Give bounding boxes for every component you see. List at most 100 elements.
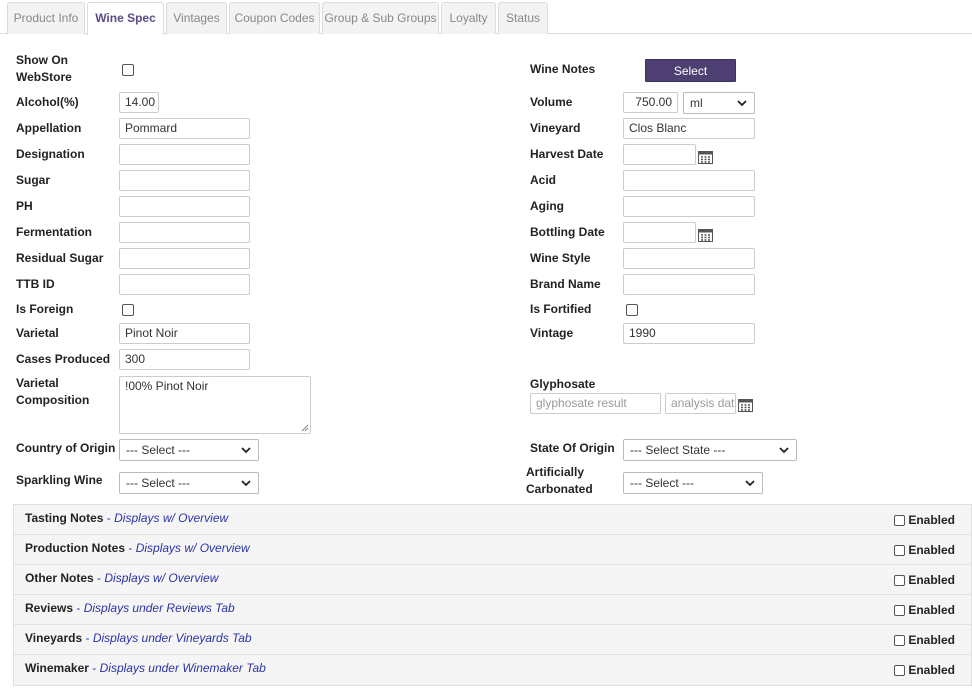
note-row-winemaker[interactable]: Winemaker - Displays under Winemaker Tab…	[14, 655, 971, 685]
note-title-text: Production Notes	[25, 541, 126, 555]
sparkling-wine-select[interactable]: --- Select ---	[119, 472, 259, 494]
acid-input[interactable]	[623, 170, 755, 191]
enabled-checkbox[interactable]	[894, 605, 906, 616]
note-row-vineyards[interactable]: Vineyards - Displays under Vineyards Tab…	[14, 625, 971, 655]
note-dash: -	[97, 571, 102, 585]
tab-coupon-codes[interactable]: Coupon Codes	[229, 2, 320, 34]
state-of-origin-select[interactable]: --- Select State ---	[623, 439, 797, 461]
country-of-origin-select[interactable]: --- Select ---	[119, 439, 259, 461]
enabled-checkbox[interactable]	[894, 665, 906, 676]
note-title[interactable]: Winemaker - Displays under Winemaker Tab	[25, 661, 266, 675]
vineyard-input[interactable]: Clos Blanc	[623, 118, 755, 139]
tab-group-sub-groups[interactable]: Group & Sub Groups	[322, 2, 439, 34]
volume-label: Volume	[530, 95, 573, 109]
note-dash: -	[76, 601, 81, 615]
chevron-down-icon	[241, 447, 251, 454]
enabled-checkbox[interactable]	[894, 635, 906, 646]
chevron-down-icon	[737, 100, 747, 107]
acid-label: Acid	[530, 173, 557, 187]
note-title[interactable]: Reviews - Displays under Reviews Tab	[25, 601, 235, 615]
enabled-checkbox[interactable]	[894, 575, 906, 586]
tab-loyalty[interactable]: Loyalty	[441, 2, 496, 34]
sugar-label: Sugar	[16, 173, 51, 187]
wine-notes-select-button[interactable]: Select	[645, 59, 736, 82]
ph-label: PH	[16, 199, 33, 213]
note-dash: -	[92, 661, 97, 675]
resize-grip-icon[interactable]	[301, 424, 309, 432]
is-foreign-checkbox[interactable]	[122, 304, 134, 316]
tab-bar: Product Info Wine Spec Vintages Coupon C…	[0, 0, 972, 35]
note-row-other[interactable]: Other Notes - Displays w/ Overview Enabl…	[14, 565, 971, 595]
artificially-carbonated-select[interactable]: --- Select ---	[623, 472, 763, 494]
is-fortified-label: Is Fortified	[530, 302, 592, 316]
enabled-checkbox[interactable]	[894, 545, 906, 556]
bottling-date-input[interactable]	[623, 222, 696, 243]
tab-status[interactable]: Status	[498, 2, 548, 34]
note-dash: -	[85, 631, 90, 645]
wine-style-input[interactable]	[623, 248, 755, 269]
note-enabled[interactable]: Enabled	[894, 573, 955, 587]
note-enabled[interactable]: Enabled	[894, 633, 955, 647]
note-title-text: Vineyards	[25, 631, 83, 645]
cases-produced-input[interactable]: 300	[119, 349, 250, 370]
artificially-carbonated-label: Artificially Carbonated	[526, 465, 593, 496]
volume-input[interactable]: 750.00	[623, 92, 678, 113]
appellation-input[interactable]: Pommard	[119, 118, 250, 139]
note-enabled[interactable]: Enabled	[894, 603, 955, 617]
varietal-composition-textarea[interactable]: !00% Pinot Noir	[119, 376, 311, 434]
alcohol-input[interactable]: 14.00	[119, 92, 159, 113]
is-foreign-label: Is Foreign	[16, 302, 74, 316]
ttb-id-label: TTB ID	[16, 277, 55, 291]
appellation-label: Appellation	[16, 121, 82, 135]
calendar-icon[interactable]	[698, 228, 713, 242]
note-title[interactable]: Production Notes - Displays w/ Overview	[25, 541, 250, 555]
vintage-input[interactable]: 1990	[623, 323, 755, 344]
state-of-origin-value: --- Select State ---	[630, 443, 726, 457]
varietal-composition-text: !00% Pinot Noir	[125, 379, 209, 393]
enabled-checkbox[interactable]	[894, 515, 906, 526]
note-subtitle: Displays under Winemaker Tab	[99, 661, 266, 675]
show-on-webstore-checkbox[interactable]	[122, 64, 134, 76]
aging-input[interactable]	[623, 196, 755, 217]
note-enabled[interactable]: Enabled	[894, 543, 955, 557]
note-enabled[interactable]: Enabled	[894, 513, 955, 527]
brand-name-input[interactable]	[623, 274, 755, 295]
glyphosate-date-input[interactable]: analysis date	[665, 393, 736, 414]
residual-sugar-input[interactable]	[119, 248, 250, 269]
note-row-tasting[interactable]: Tasting Notes - Displays w/ Overview Ena…	[14, 505, 971, 535]
artificially-carbonated-value: --- Select ---	[630, 476, 694, 490]
volume-unit-value: ml	[690, 96, 703, 110]
chevron-down-icon	[241, 480, 251, 487]
varietal-input[interactable]: Pinot Noir	[119, 323, 250, 344]
tab-product-info[interactable]: Product Info	[7, 2, 85, 34]
country-of-origin-label: Country of Origin	[16, 441, 116, 455]
calendar-icon[interactable]	[738, 398, 753, 412]
note-enabled[interactable]: Enabled	[894, 663, 955, 677]
wine-style-label: Wine Style	[530, 251, 591, 265]
ph-input[interactable]	[119, 196, 250, 217]
tab-wine-spec[interactable]: Wine Spec	[87, 2, 164, 35]
enabled-label: Enabled	[908, 633, 955, 647]
note-title[interactable]: Vineyards - Displays under Vineyards Tab	[25, 631, 252, 645]
sugar-input[interactable]	[119, 170, 250, 191]
note-row-reviews[interactable]: Reviews - Displays under Reviews Tab Ena…	[14, 595, 971, 625]
country-of-origin-value: --- Select ---	[126, 443, 190, 457]
note-title[interactable]: Tasting Notes - Displays w/ Overview	[25, 511, 228, 525]
glyphosate-result-input[interactable]: glyphosate result	[530, 393, 661, 414]
state-of-origin-label: State Of Origin	[530, 441, 615, 455]
designation-input[interactable]	[119, 144, 250, 165]
fermentation-input[interactable]	[119, 222, 250, 243]
harvest-date-input[interactable]	[623, 144, 696, 165]
calendar-icon[interactable]	[698, 150, 713, 164]
is-fortified-checkbox[interactable]	[626, 304, 638, 316]
enabled-label: Enabled	[908, 603, 955, 617]
note-title[interactable]: Other Notes - Displays w/ Overview	[25, 571, 218, 585]
bottling-date-label: Bottling Date	[530, 225, 605, 239]
glyphosate-label: Glyphosate	[530, 377, 596, 391]
volume-unit-select[interactable]: ml	[683, 92, 755, 114]
ttb-id-input[interactable]	[119, 274, 250, 295]
brand-name-label: Brand Name	[530, 277, 601, 291]
tab-vintages[interactable]: Vintages	[166, 2, 227, 34]
notes-panel: Tasting Notes - Displays w/ Overview Ena…	[13, 504, 972, 686]
note-row-production[interactable]: Production Notes - Displays w/ Overview …	[14, 535, 971, 565]
